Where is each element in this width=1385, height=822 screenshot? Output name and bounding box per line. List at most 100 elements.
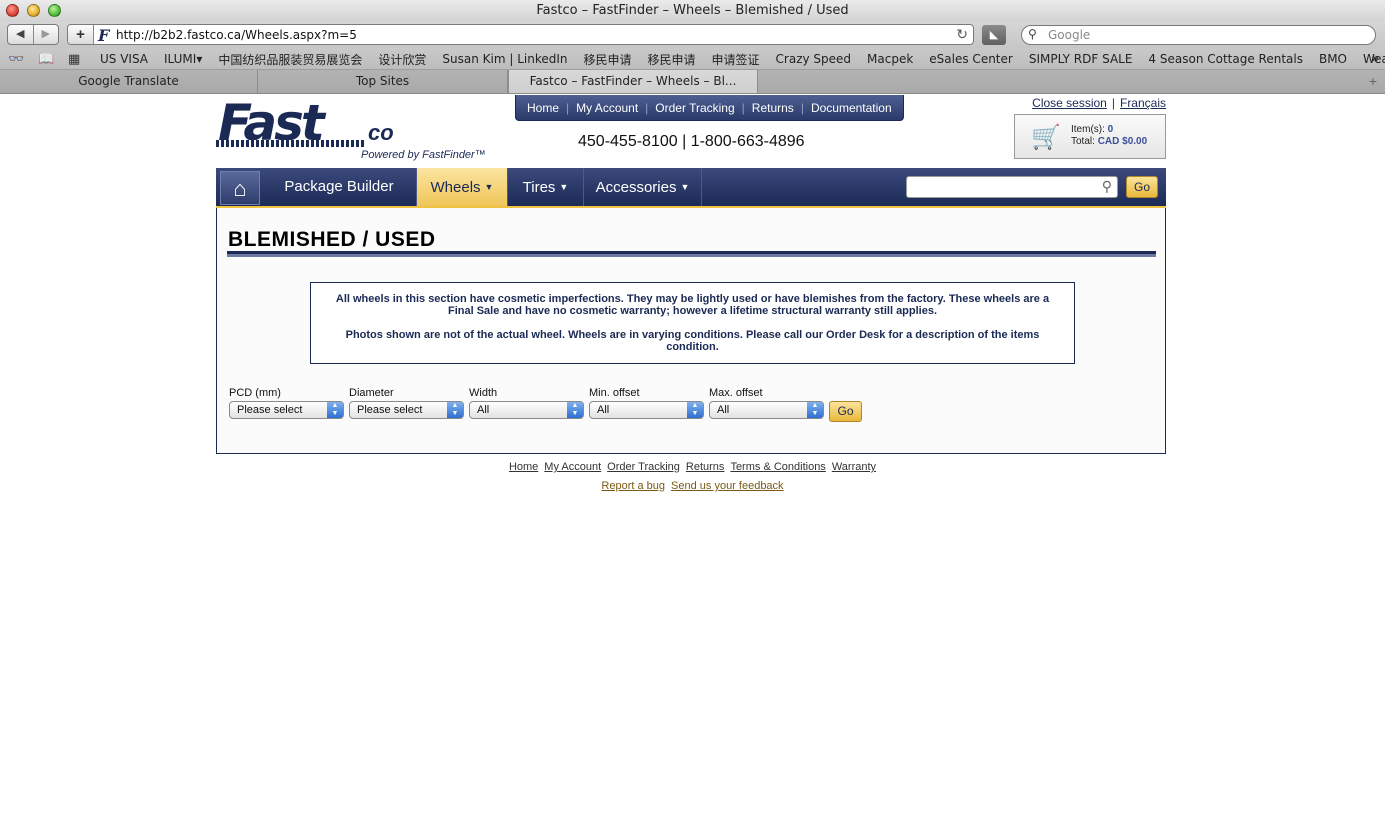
tab-fastco-active[interactable]: Fastco – FastFinder – Wheels – Bl... xyxy=(508,70,758,93)
minimize-window-button[interactable] xyxy=(27,4,40,17)
more-bookmarks-icon[interactable]: » xyxy=(1372,50,1379,65)
nav-package-builder[interactable]: Package Builder xyxy=(262,168,417,206)
topnav-home-link[interactable]: Home xyxy=(520,101,566,115)
filter-diameter-select[interactable]: Please select ▲ ▼ xyxy=(349,401,464,419)
footer-home-link[interactable]: Home xyxy=(509,461,538,473)
bookmark-item[interactable]: SIMPLY RDF SALE xyxy=(1021,52,1141,66)
filter-label: Width xyxy=(469,387,498,399)
filter-max-offset-select[interactable]: All ▲ ▼ xyxy=(709,401,824,419)
bookmark-item[interactable]: 移民申请 xyxy=(640,51,704,68)
cart-total-label: Total: xyxy=(1071,136,1095,147)
home-icon[interactable]: ⌂ xyxy=(220,171,260,205)
reading-list-icon[interactable]: 👓 xyxy=(8,51,24,67)
francais-link[interactable]: Français xyxy=(1120,96,1166,110)
bookmark-item[interactable]: 申请签证 xyxy=(704,51,768,68)
footer-my-account-link[interactable]: My Account xyxy=(544,461,601,473)
select-value: All xyxy=(477,404,490,416)
filter-width-select[interactable]: All ▲ ▼ xyxy=(469,401,584,419)
bookmarks-book-icon[interactable]: 📖 xyxy=(38,51,54,67)
chevron-down-icon: ▼ xyxy=(484,182,494,192)
nav-accessories-label: Accessories xyxy=(595,179,677,196)
filter-diameter: Diameter Please select ▲ ▼ xyxy=(349,387,469,422)
filter-pcd-mm: PCD (mm) Please select ▲ ▼ xyxy=(229,387,349,422)
footer-returns-link[interactable]: Returns xyxy=(686,461,725,473)
add-bookmark-button[interactable]: + xyxy=(68,25,94,44)
bookmark-item[interactable]: BMO xyxy=(1311,52,1355,66)
bookmark-item[interactable]: Macpek xyxy=(859,52,921,66)
topnav-my-account-link[interactable]: My Account xyxy=(569,101,645,115)
top-navigation: Home | My Account | Order Tracking | Returns | D… xyxy=(515,95,904,121)
close-window-button[interactable] xyxy=(6,4,19,17)
topnav-returns-link[interactable]: Returns xyxy=(745,101,801,115)
filter-pcd-mm-select[interactable]: Please select ▲ ▼ xyxy=(229,401,344,419)
tab-bar: Google Translate Top Sites Fastco – Fast… xyxy=(0,70,1385,94)
chevron-down-icon: ▼ xyxy=(680,182,690,192)
select-value: All xyxy=(717,404,730,416)
search-field[interactable]: ⚲ Google xyxy=(1021,25,1376,45)
search-icon: ⚲ xyxy=(1028,27,1037,41)
bookmark-item[interactable]: 设计欣赏 xyxy=(370,51,434,68)
nav-accessories[interactable]: Accessories ▼ xyxy=(584,168,702,206)
zoom-window-button[interactable] xyxy=(48,4,61,17)
search-placeholder: Google xyxy=(1048,28,1091,42)
bookmark-item[interactable]: US VISA xyxy=(92,52,156,66)
select-arrows-icon: ▲ ▼ xyxy=(807,402,823,418)
nav-wheels[interactable]: Wheels ▼ xyxy=(417,168,508,206)
web-page: Fast co Powered by FastFinder™ Home | My A… xyxy=(0,94,1385,822)
nav-tires-label: Tires xyxy=(522,179,556,196)
footer-warranty-link[interactable]: Warranty xyxy=(832,461,876,473)
filter-max-offset: Max. offset All ▲ ▼ xyxy=(709,387,829,422)
tab-google-translate[interactable]: Google Translate xyxy=(0,70,258,93)
nav-wheels-label: Wheels xyxy=(430,179,481,196)
bookmark-item[interactable]: Weather NW xyxy=(1355,52,1385,66)
nav-tires[interactable]: Tires ▼ xyxy=(508,168,584,206)
fastco-logo[interactable]: Fast co Powered by FastFinder™ xyxy=(216,94,496,161)
cart-icon: 🛒 xyxy=(1031,124,1061,151)
browser-toolbar: ◀ ▶ + F http://b2b2.fastco.ca/Wheels.asp… xyxy=(0,22,1385,48)
footer-send-us-your-feedback-link[interactable]: Send us your feedback xyxy=(671,480,784,492)
filter-width: Width All ▲ ▼ xyxy=(469,387,589,422)
forward-button[interactable]: ▶ xyxy=(32,25,59,44)
select-value: Please select xyxy=(357,404,423,416)
page-title: BLEMISHED / USED xyxy=(228,228,436,251)
rss-icon[interactable]: ◣ xyxy=(982,25,1006,45)
footer-order-tracking-link[interactable]: Order Tracking xyxy=(607,461,680,473)
bookmark-item[interactable]: eSales Center xyxy=(921,52,1021,66)
bookmark-item[interactable]: 4 Season Cottage Rentals xyxy=(1140,52,1311,66)
filter-label: Diameter xyxy=(349,387,394,399)
bookmark-item[interactable]: 移民申请 xyxy=(575,51,639,68)
tab-top-sites[interactable]: Top Sites xyxy=(258,70,508,93)
topnav-documentation-link[interactable]: Documentation xyxy=(804,101,899,115)
new-tab-icon[interactable]: + xyxy=(1369,73,1377,89)
cart-items-value: 0 xyxy=(1107,124,1114,135)
wheel-filters: PCD (mm) Please select ▲ ▼ Diameter Please se… xyxy=(229,387,862,422)
footer-links: Home My Account Order Tracking Returns Terms… xyxy=(0,461,1385,473)
topnav-order-tracking-link[interactable]: Order Tracking xyxy=(648,101,741,115)
footer-terms-conditions-link[interactable]: Terms & Conditions xyxy=(730,461,825,473)
filter-min-offset-select[interactable]: All ▲ ▼ xyxy=(589,401,704,419)
url-text[interactable]: http://b2b2.fastco.ca/Wheels.aspx?m=5 xyxy=(116,28,357,42)
close-session-link[interactable]: Close session xyxy=(1032,96,1107,110)
shopping-cart-summary[interactable]: 🛒 Item(s): 0 Total: CAD $0.00 xyxy=(1014,114,1166,159)
filter-label: Min. offset xyxy=(589,387,640,399)
window-title: Fastco – FastFinder – Wheels – Blemished… xyxy=(536,3,849,18)
site-search-input[interactable]: ⚲ xyxy=(906,176,1118,198)
footer-report-a-bug-link[interactable]: Report a bug xyxy=(601,480,665,492)
reload-icon[interactable]: ↻ xyxy=(956,26,968,43)
bookmark-item[interactable]: ILUMI▾ xyxy=(156,52,210,66)
bookmark-item[interactable]: 中国纺织品服装贸易展览会 xyxy=(210,51,370,68)
site-search-go-button[interactable]: Go xyxy=(1126,176,1158,198)
bookmark-item[interactable]: Susan Kim | LinkedIn xyxy=(434,52,575,66)
window-titlebar: Fastco – FastFinder – Wheels – Blemished… xyxy=(0,0,1385,22)
select-value: All xyxy=(597,404,610,416)
main-navigation: ⌂ Package Builder Wheels ▼ Tires ▼ Accesso… xyxy=(216,168,1166,208)
address-bar[interactable]: + F http://b2b2.fastco.ca/Wheels.aspx?m=… xyxy=(67,24,974,45)
back-button[interactable]: ◀ xyxy=(8,25,33,44)
logo-stripes xyxy=(216,140,366,147)
filter-go-button[interactable]: Go xyxy=(829,401,862,422)
cart-details: Item(s): 0 Total: CAD $0.00 xyxy=(1071,124,1147,148)
bookmarks-list: US VISA ILUMI▾ 中国纺织品服装贸易展览会 设计欣赏 Susan Kim |… xyxy=(92,48,1385,70)
logo-co-text: co xyxy=(368,120,394,145)
bookmark-item[interactable]: Crazy Speed xyxy=(768,52,860,66)
top-sites-grid-icon[interactable]: ▦ xyxy=(68,51,80,67)
